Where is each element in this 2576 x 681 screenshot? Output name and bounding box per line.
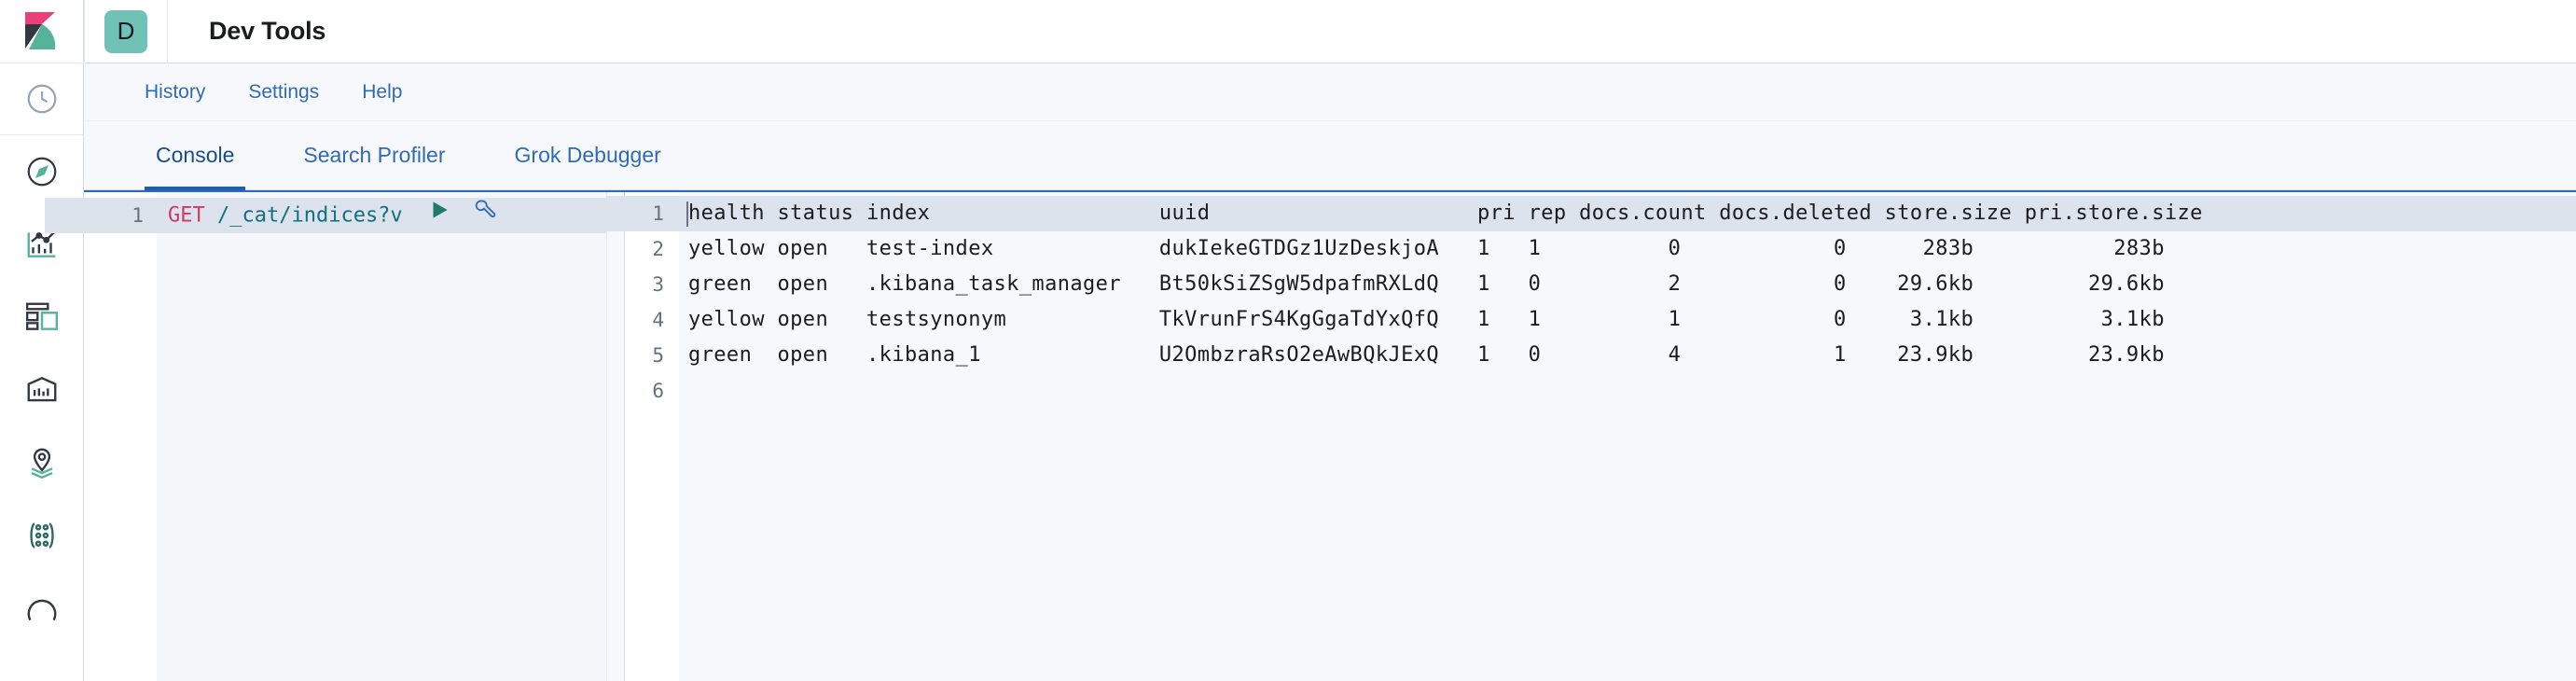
- response-gutter: 1 2 3 4 5 6: [571, 192, 679, 681]
- request-editor-gutter: 1: [45, 192, 157, 681]
- gutter-line-number: 4: [652, 309, 664, 331]
- app-header: D Dev Tools: [84, 0, 2576, 63]
- sidebar-item-infrastructure[interactable]: [0, 572, 84, 645]
- gutter-line-number: 1: [45, 198, 157, 233]
- kibana-logo[interactable]: [0, 0, 84, 63]
- request-editor-code[interactable]: GET /_cat/indices?v: [157, 192, 606, 681]
- wrench-icon: [475, 200, 495, 218]
- kibana-logo-icon: [24, 11, 55, 49]
- pane-splitter[interactable]: [606, 192, 625, 681]
- table-row-empty: [679, 373, 2576, 409]
- map-pin-layers-icon: [30, 448, 53, 479]
- request-line[interactable]: GET /_cat/indices?v: [157, 198, 606, 233]
- request-action-icons: [427, 198, 496, 234]
- nav-link-history[interactable]: History: [145, 81, 205, 104]
- nav-link-settings[interactable]: Settings: [248, 81, 319, 104]
- gutter-line-number: 6: [652, 380, 664, 402]
- canvas-icon: [27, 377, 56, 402]
- nav-link-help[interactable]: Help: [362, 81, 402, 104]
- tab-search-profiler[interactable]: Search Profiler: [292, 143, 456, 190]
- sidebar-item-dashboard[interactable]: [0, 281, 84, 354]
- dev-tools-tabs: Console Search Profiler Grok Debugger: [84, 121, 2576, 190]
- machine-learning-dots-icon: [29, 522, 54, 549]
- table-row: green open .kibana_task_manager Bt50kSiZ…: [688, 272, 2165, 296]
- primary-nav-rail: [0, 0, 84, 681]
- table-row: green open .kibana_1 U2OmbzraRsO2eAwBQkJ…: [688, 343, 2165, 367]
- sidebar-item-maps[interactable]: [0, 426, 84, 499]
- http-method: GET: [168, 203, 205, 228]
- partial-circle-icon: [27, 599, 56, 621]
- tab-console[interactable]: Console: [145, 143, 246, 190]
- sidebar-item-machine-learning[interactable]: [0, 499, 84, 572]
- editor-left-margin: [84, 192, 101, 681]
- request-path: /_cat/indices?v: [217, 203, 403, 228]
- gutter-line-number: 5: [652, 344, 664, 367]
- response-header-text: health status index uuid pri rep docs.co…: [688, 202, 2203, 225]
- sidebar-item-canvas[interactable]: [0, 354, 84, 426]
- clock-recent-icon: [27, 84, 56, 114]
- table-row: yellow open test-index dukIekeGTDGz1UzDe…: [688, 237, 2165, 260]
- gutter-line-number: 2: [652, 238, 664, 260]
- sidebar-item-recently-viewed[interactable]: [0, 63, 84, 134]
- console-menu-bar: History Settings Help: [84, 63, 2576, 121]
- text-cursor: [686, 202, 688, 227]
- tab-grok-debugger[interactable]: Grok Debugger: [504, 143, 672, 190]
- play-triangle-icon: [433, 202, 448, 218]
- table-row: yellow open testsynonym TkVrunFrS4KgGgaT…: [688, 308, 2165, 331]
- request-editor-pane[interactable]: 1 GET /_cat/indices?v: [45, 192, 606, 681]
- response-code[interactable]: health status index uuid pri rep docs.co…: [679, 192, 2576, 681]
- response-output-pane[interactable]: 1 2 3 4 5 6 health status index uuid pri…: [571, 192, 2576, 681]
- console-body: 1 GET /_cat/indices?v 1 2 3 4 5 6 health…: [45, 190, 2576, 681]
- main-column: D Dev Tools History Settings Help Consol…: [45, 0, 2576, 681]
- wrench-button[interactable]: [472, 198, 496, 234]
- app-badge: D: [104, 9, 147, 53]
- dashboard-grid-icon: [25, 302, 58, 330]
- page-title: Dev Tools: [209, 17, 326, 45]
- play-button[interactable]: [427, 198, 451, 234]
- gutter-line-number: 3: [652, 273, 664, 296]
- compass-discover-icon: [27, 157, 56, 187]
- app-badge-container[interactable]: D: [85, 0, 167, 63]
- dev-tools-page: D Dev Tools History Settings Help Consol…: [0, 0, 2576, 681]
- response-header-row: health status index uuid pri rep docs.co…: [679, 196, 2576, 231]
